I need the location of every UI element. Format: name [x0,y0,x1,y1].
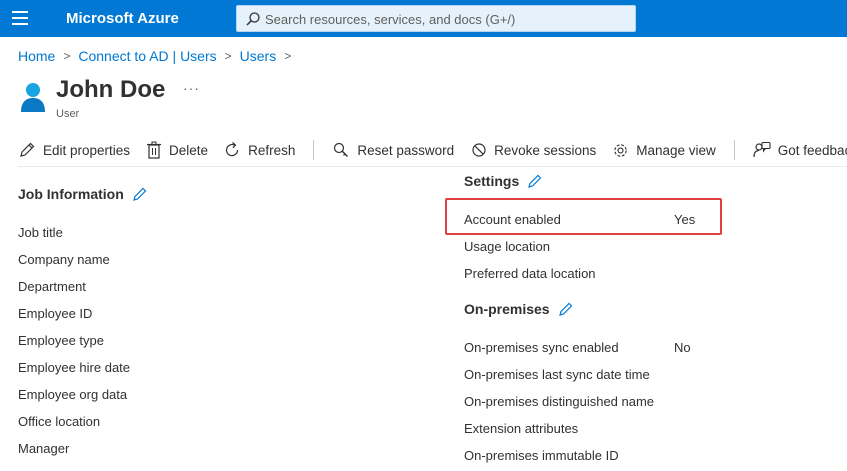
feedback-label: Got feedback? [777,142,847,158]
field-employee-id: Employee ID [18,306,93,321]
edit-properties-label: Edit properties [43,142,131,158]
field-on-premises-last-sync: On-premises last sync date time [464,367,650,382]
pencil-icon [20,142,35,157]
toolbar-divider [733,140,735,160]
value-on-premises-sync-enabled: No [674,340,691,355]
toolbar-separator [18,166,847,167]
feedback-button[interactable]: Got feedback? [753,141,847,159]
field-department: Department [18,279,86,294]
field-usage-location: Usage location [464,239,550,254]
job-information-title: Job Information [18,186,124,202]
field-on-premises-immutable-id: On-premises immutable ID [464,448,619,463]
user-avatar-icon [21,83,45,112]
value-account-enabled: Yes [674,212,696,227]
settings-header: Settings [464,173,543,189]
search-input[interactable] [265,9,625,29]
chevron-right-icon: > [284,49,292,63]
breadcrumb-connect-to-ad-users[interactable]: Connect to AD | Users [78,48,216,64]
field-extension-attributes: Extension attributes [464,421,579,436]
edit-pencil-icon[interactable] [558,301,574,317]
toolbar-divider [313,140,315,160]
chevron-right-icon: > [63,49,71,63]
page-subtitle: User [56,108,80,120]
command-bar: Edit properties Delete Refresh Reset pas… [18,137,847,163]
manage-view-label: Manage view [636,142,716,158]
job-information-header: Job Information [18,186,148,202]
search-icon [246,12,260,26]
settings-title: Settings [464,173,520,189]
breadcrumb: Home > Connect to AD | Users > Users > [18,48,299,64]
on-premises-header: On-premises [464,301,574,317]
revoke-sessions-label: Revoke sessions [494,142,597,158]
edit-properties-button[interactable]: Edit properties [18,141,130,159]
brand-title[interactable]: Microsoft Azure [66,10,179,27]
chevron-right-icon: > [224,49,232,63]
on-premises-title: On-premises [464,301,550,317]
field-on-premises-distinguished-name: On-premises distinguished name [464,394,655,409]
global-search[interactable] [236,5,636,32]
delete-button[interactable]: Delete [146,141,208,159]
field-employee-hire-date: Employee hire date [18,360,131,375]
refresh-button[interactable]: Refresh [223,141,295,159]
menu-icon[interactable] [12,11,28,25]
more-options-icon[interactable]: ··· [183,80,200,96]
revoke-sessions-button[interactable]: Revoke sessions [471,142,596,158]
top-bar: Microsoft Azure [0,0,847,37]
breadcrumb-users[interactable]: Users [240,48,277,64]
refresh-icon [225,142,239,157]
manage-view-button[interactable]: Manage view [612,142,716,159]
gear-icon [614,143,627,157]
field-account-enabled: Account enabled [464,212,561,227]
reset-password-button[interactable]: Reset password [332,141,454,159]
field-employee-org-data: Employee org data [18,387,128,402]
page-title: John Doe [56,76,166,103]
key-search-icon [334,142,349,157]
field-company-name: Company name [18,252,110,267]
feedback-icon [753,141,771,158]
reset-password-label: Reset password [357,142,455,158]
block-icon [472,143,486,157]
field-on-premises-sync-enabled: On-premises sync enabled [464,340,619,355]
field-employee-type: Employee type [18,333,104,348]
trash-icon [147,141,162,159]
breadcrumb-home[interactable]: Home [18,48,55,64]
field-preferred-data-location: Preferred data location [464,266,596,281]
edit-pencil-icon[interactable] [527,173,543,189]
field-manager: Manager [18,441,70,456]
edit-pencil-icon[interactable] [132,186,148,202]
field-office-location: Office location [18,414,101,429]
delete-label: Delete [169,142,209,158]
field-job-title: Job title [18,225,63,240]
refresh-label: Refresh [248,142,296,158]
